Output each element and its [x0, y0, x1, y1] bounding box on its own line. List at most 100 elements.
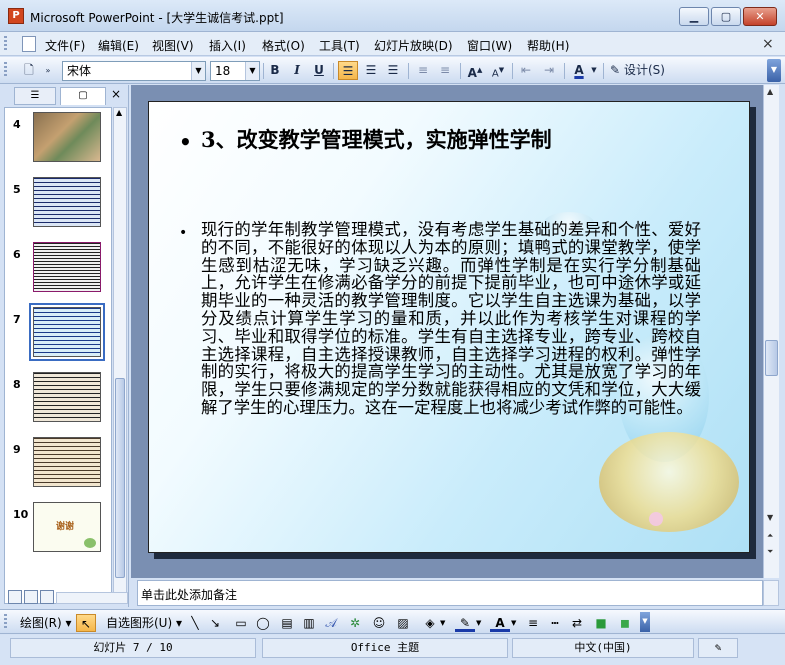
- line-color-icon[interactable]: ✎: [455, 614, 475, 632]
- pane-close-icon[interactable]: ×: [111, 87, 121, 101]
- scroll-up-icon[interactable]: ▲: [767, 87, 773, 96]
- document-close-icon[interactable]: ×: [762, 36, 774, 52]
- oval-icon[interactable]: ◯: [254, 614, 272, 632]
- chevron-down-icon[interactable]: ▼: [440, 614, 445, 632]
- next-slide-icon[interactable]: ⏷: [767, 547, 773, 557]
- design-button[interactable]: 设计(S): [624, 61, 674, 80]
- slide-body-text[interactable]: 现行的学年制教学管理模式，没有考虑学生基础的差异和个性、爱好的不同，不能很好的体…: [201, 221, 701, 417]
- toolbar-options-icon[interactable]: »: [42, 61, 54, 80]
- new-document-icon[interactable]: 🗋: [20, 61, 38, 80]
- slideshow-view-icon[interactable]: [40, 590, 54, 604]
- autoshapes-button[interactable]: 自选图形(U) ▾: [106, 614, 182, 632]
- menu-window[interactable]: 窗口(W): [467, 37, 512, 54]
- arrow-icon[interactable]: ↘: [206, 614, 224, 632]
- increase-indent-icon[interactable]: ⇥: [540, 61, 558, 80]
- line-style-icon[interactable]: ≡: [524, 614, 542, 632]
- tab-outline[interactable]: ☰: [14, 87, 56, 105]
- vertical-textbox-icon[interactable]: ▥: [300, 614, 318, 632]
- thumbnail-number: 8: [13, 378, 21, 391]
- line-icon[interactable]: ╲: [186, 614, 204, 632]
- document-icon[interactable]: [22, 36, 36, 52]
- dash-style-icon[interactable]: ┅: [546, 614, 564, 632]
- draw-menu-button[interactable]: 绘图(R) ▾: [20, 614, 72, 632]
- menu-edit[interactable]: 编辑(E): [98, 37, 139, 54]
- slide-thumbnail-7[interactable]: [29, 303, 105, 361]
- arrow-style-icon[interactable]: ⇄: [568, 614, 586, 632]
- menu-slideshow[interactable]: 幻灯片放映(D): [374, 37, 453, 54]
- slide-thumbnail-8[interactable]: [33, 372, 101, 422]
- previous-slide-icon[interactable]: ⏶: [767, 531, 773, 541]
- chevron-down-icon[interactable]: ▼: [191, 62, 205, 80]
- tab-slides[interactable]: ▢: [60, 87, 106, 105]
- toolbar-separator: [333, 63, 334, 79]
- decrease-indent-icon[interactable]: ⇤: [517, 61, 535, 80]
- close-button[interactable]: ✕: [743, 7, 777, 26]
- chevron-down-icon[interactable]: ▼: [476, 614, 481, 632]
- font-name-combo[interactable]: 宋体 ▼: [62, 61, 206, 81]
- scroll-down-icon[interactable]: ▼: [767, 513, 773, 522]
- menu-help[interactable]: 帮助(H): [527, 37, 569, 54]
- draw-menu-label: 绘图(R): [20, 616, 62, 630]
- bold-button[interactable]: B: [266, 61, 284, 80]
- underline-button[interactable]: U: [310, 61, 328, 80]
- font-size-combo[interactable]: 18 ▼: [210, 61, 260, 81]
- chevron-down-icon[interactable]: ▼: [245, 62, 259, 80]
- align-left-button[interactable]: ☰: [338, 61, 358, 80]
- scroll-up-icon[interactable]: ▲: [116, 108, 122, 117]
- increase-font-icon[interactable]: A▲: [466, 61, 484, 80]
- menu-tools[interactable]: 工具(T): [319, 37, 360, 54]
- textbox-icon[interactable]: ▤: [278, 614, 296, 632]
- clipart-icon[interactable]: ☺: [370, 614, 388, 632]
- align-center-button[interactable]: ☰: [362, 61, 380, 80]
- title-bullet: •: [179, 130, 192, 154]
- minimize-button[interactable]: ▁: [679, 7, 709, 26]
- menu-file[interactable]: 文件(F): [45, 37, 85, 54]
- italic-button[interactable]: I: [288, 61, 306, 80]
- slide-thumbnail-10[interactable]: 谢谢: [33, 502, 101, 552]
- select-objects-icon[interactable]: ↖: [76, 614, 96, 632]
- menu-view[interactable]: 视图(V): [152, 37, 194, 54]
- spelling-check-icon[interactable]: ✎: [698, 638, 738, 658]
- toolbar-grip-icon[interactable]: [4, 62, 16, 78]
- thumbnails-scrollbar[interactable]: ▲ ▼: [113, 107, 127, 604]
- slide-vertical-scrollbar[interactable]: ▲ ▼ ⏶ ⏷: [763, 85, 779, 578]
- rectangle-icon[interactable]: ▭: [232, 614, 250, 632]
- slide-thumbnail-4[interactable]: [33, 112, 101, 162]
- slide-thumbnail-9[interactable]: [33, 437, 101, 487]
- align-right-button[interactable]: ☰: [384, 61, 402, 80]
- font-color-icon[interactable]: A: [490, 614, 510, 632]
- powerpoint-app-icon[interactable]: P: [8, 8, 24, 24]
- slide-thumbnails: 4 5 6 7 8 9 10 谢谢: [4, 107, 112, 604]
- scrollbar-thumb[interactable]: [765, 340, 778, 376]
- slide-thumbnail-5[interactable]: [33, 177, 101, 227]
- numbering-icon[interactable]: ≡: [414, 61, 432, 80]
- menu-insert[interactable]: 插入(I): [209, 37, 246, 54]
- chevron-down-icon[interactable]: ▼: [511, 614, 516, 632]
- scrollbar-thumb[interactable]: [115, 378, 125, 578]
- font-color-icon[interactable]: A: [569, 61, 589, 80]
- notes-scrollbar[interactable]: [763, 580, 779, 606]
- pane-horizontal-scrollbar[interactable]: [56, 592, 128, 604]
- menu-format[interactable]: 格式(O): [262, 37, 305, 54]
- 3d-style-icon[interactable]: ◼: [616, 614, 634, 632]
- fill-color-icon[interactable]: ◈: [420, 614, 440, 632]
- toolbar-separator: [263, 63, 264, 79]
- wordart-icon[interactable]: 𝒜: [322, 614, 340, 632]
- normal-view-icon[interactable]: [8, 590, 22, 604]
- shadow-style-icon[interactable]: ■: [592, 614, 610, 632]
- notes-pane[interactable]: 单击此处添加备注: [137, 580, 763, 606]
- picture-icon[interactable]: ▨: [394, 614, 412, 632]
- diagram-icon[interactable]: ✲: [346, 614, 364, 632]
- slide-sorter-view-icon[interactable]: [24, 590, 38, 604]
- toolbar-overflow-icon[interactable]: ▼: [767, 59, 781, 82]
- maximize-button[interactable]: ▢: [711, 7, 741, 26]
- slide-thumbnail-6[interactable]: [33, 242, 101, 292]
- bullets-icon[interactable]: ≡: [436, 61, 454, 80]
- toolbar-grip-icon[interactable]: [4, 36, 16, 52]
- decrease-font-icon[interactable]: A▼: [489, 61, 507, 80]
- toolbar-overflow-icon[interactable]: ▼: [640, 612, 650, 632]
- slide-title[interactable]: 3、改变教学管理模式，实施弹性学制: [201, 124, 552, 154]
- current-slide[interactable]: • 3、改变教学管理模式，实施弹性学制 • 现行的学年制教学管理模式，没有考虑学…: [148, 101, 750, 553]
- toolbar-grip-icon[interactable]: [4, 614, 16, 630]
- chevron-down-icon[interactable]: ▼: [590, 61, 598, 80]
